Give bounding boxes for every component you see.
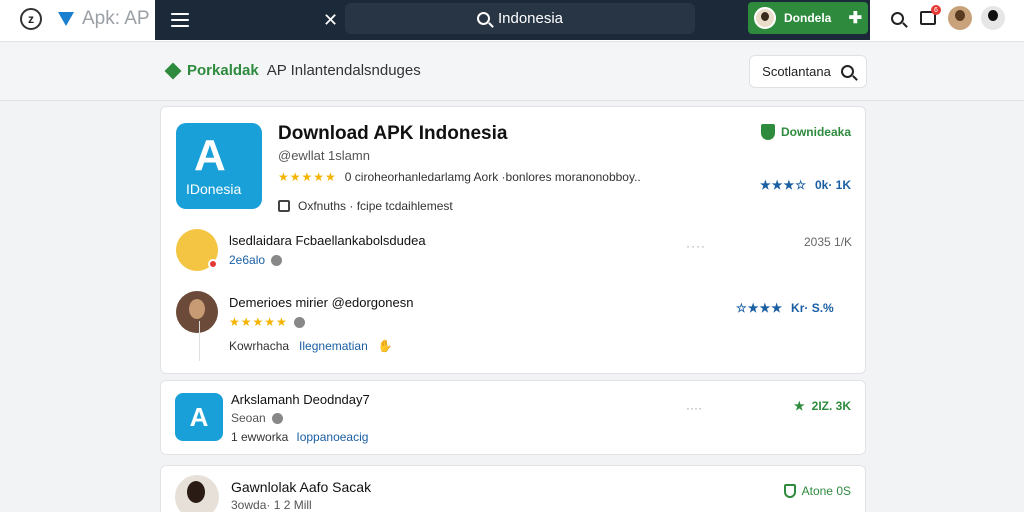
reviewer-avatar xyxy=(176,291,218,333)
app-footer-text: 1 ewworka xyxy=(231,430,289,444)
reviewer-avatar xyxy=(176,229,218,271)
brand[interactable]: z Apk: AP xyxy=(20,7,150,31)
app-footer: 1 ewworka Ioppanoeacig xyxy=(231,430,368,444)
star-icon: ★ xyxy=(793,399,806,413)
notifications-button[interactable]: 6 xyxy=(917,5,941,29)
thumbs-icon[interactable]: ✋ xyxy=(378,339,393,353)
app-description: 0 ciroheorhanledarlamg Aork ·bonlores mo… xyxy=(344,170,641,184)
star-rating-icon: ★★★★★ xyxy=(229,315,288,329)
score-summary: ★★★☆ 0k· 1K xyxy=(760,178,851,192)
app-meta: Oxfnuths · fcipe tcdaihlemest xyxy=(298,199,453,213)
search-query: Indonesia xyxy=(497,10,564,27)
breadcrumb-bar: Porkaldak AP Inlantendalsnduges Scotlant… xyxy=(0,43,1024,101)
app-sub: 3owda· 1 2 Mill xyxy=(231,498,312,512)
brand-text: Apk: AP xyxy=(82,8,150,29)
verified-label: Downideaka xyxy=(780,125,851,139)
reviewer-name: lsedlaidara Fcbaellankabolsdudea xyxy=(229,233,426,248)
review-score: ☆★★★ Kr· S.% xyxy=(736,301,834,315)
review-sub-text: 2e6alo xyxy=(229,253,266,267)
score-value: 0k· 1K xyxy=(814,178,851,192)
navigation-bar: ✕ Indonesia Dondela ✚ xyxy=(155,0,870,40)
reviewer-sub: 2e6alo xyxy=(229,253,283,267)
app-icon[interactable]: A xyxy=(175,393,223,441)
divider xyxy=(199,321,200,361)
app-sub: Seoan xyxy=(231,411,283,425)
close-icon[interactable]: ✕ xyxy=(323,10,338,31)
search-input[interactable]: Indonesia xyxy=(345,3,695,34)
status-dot-icon xyxy=(208,259,218,269)
app-a-icon: A xyxy=(194,131,226,180)
plus-icon: ✚ xyxy=(848,10,862,27)
search-icon xyxy=(476,12,490,25)
app-title[interactable]: Download APK Indonesia xyxy=(278,123,507,145)
app-card[interactable]: A Arkslamanh Deodnday7 Seoan 1 ewworka I… xyxy=(160,380,866,455)
breadcrumb-title[interactable]: Porkaldak xyxy=(187,62,259,79)
featured-app-card[interactable]: A IDonesia Download APK Indonesia @ewlla… xyxy=(160,106,866,374)
top-bar: z Apk: AP ✕ Indonesia Dondela ✚ 6 xyxy=(0,0,1024,42)
app-score: ★ 2IZ. 3K xyxy=(794,399,851,413)
rating-row: ★★★★★ 0 ciroheorhanledarlamg Aork ·bonlo… xyxy=(278,170,641,184)
review-stat: 2035 1/K xyxy=(804,235,853,249)
review-score-value: Kr· S.% xyxy=(791,301,834,315)
review-footer-link[interactable]: Ilegnematian xyxy=(299,339,368,353)
more-dots-icon[interactable]: ···· xyxy=(686,239,706,253)
app-footer-link[interactable]: Ioppanoeacig xyxy=(296,430,368,444)
reviewer-name: Demerioes mirier @edorgonesn xyxy=(229,295,414,310)
diamond-icon xyxy=(164,62,182,79)
top-right-actions: 6 xyxy=(886,5,1005,30)
more-dots-icon[interactable]: ···· xyxy=(686,401,702,415)
app-title[interactable]: Gawnlolak Aafo Sacak xyxy=(231,479,371,495)
search-button[interactable] xyxy=(886,7,908,29)
app-avatar xyxy=(175,475,219,512)
star-rating-icon: ☆★★★ xyxy=(736,301,784,315)
app-status: Atone 0S xyxy=(783,484,851,498)
star-rating-icon: ★★★☆ xyxy=(759,178,807,192)
breadcrumb-subtitle: AP Inlantendalsnduges xyxy=(266,62,421,79)
avatar xyxy=(754,7,776,29)
notification-badge: 6 xyxy=(931,5,941,15)
app-card[interactable]: Gawnlolak Aafo Sacak 3owda· 1 2 Mill Ato… xyxy=(160,465,866,512)
shield-icon xyxy=(783,484,796,498)
hamburger-menu-icon[interactable] xyxy=(171,13,189,27)
reviewer-rating: ★★★★★ xyxy=(229,315,305,329)
globe-icon xyxy=(293,316,305,328)
shield-logo-icon xyxy=(58,12,74,26)
tag-icon xyxy=(278,200,290,212)
review-footer: Kowrhacha Ilegnematian ✋ xyxy=(229,339,393,353)
review-footer-text: Kowrhacha xyxy=(229,339,290,353)
user-avatar[interactable] xyxy=(948,6,972,30)
app-title[interactable]: Arkslamanh Deodnday7 xyxy=(231,392,370,407)
brand-name[interactable]: Apk: AP xyxy=(56,8,150,30)
search-icon xyxy=(840,65,854,78)
z-logo-icon[interactable]: z xyxy=(20,8,42,30)
app-developer: @ewllat 1slamn xyxy=(278,148,370,163)
download-button[interactable]: Dondela ✚ xyxy=(748,2,868,34)
globe-icon xyxy=(271,254,283,266)
app-score-value: 2IZ. 3K xyxy=(811,399,851,413)
app-icon[interactable]: A IDonesia xyxy=(176,123,262,209)
download-button-label: Dondela xyxy=(784,11,832,25)
profile-avatar[interactable] xyxy=(981,6,1005,30)
app-icon-label: IDonesia xyxy=(186,181,242,197)
search-icon xyxy=(890,11,904,25)
shield-icon xyxy=(760,124,775,140)
star-rating-icon: ★★★★★ xyxy=(278,170,337,184)
meta-row: Oxfnuths · fcipe tcdaihlemest xyxy=(278,199,453,213)
sort-button[interactable]: Scotlantana xyxy=(749,55,867,88)
breadcrumb: Porkaldak AP Inlantendalsnduges xyxy=(164,62,421,79)
app-status-label: Atone 0S xyxy=(801,484,851,498)
globe-icon xyxy=(271,412,283,424)
sort-button-label: Scotlantana xyxy=(762,64,831,79)
verified-badge: Downideaka xyxy=(760,124,851,140)
app-sub-text: Seoan xyxy=(231,411,266,425)
